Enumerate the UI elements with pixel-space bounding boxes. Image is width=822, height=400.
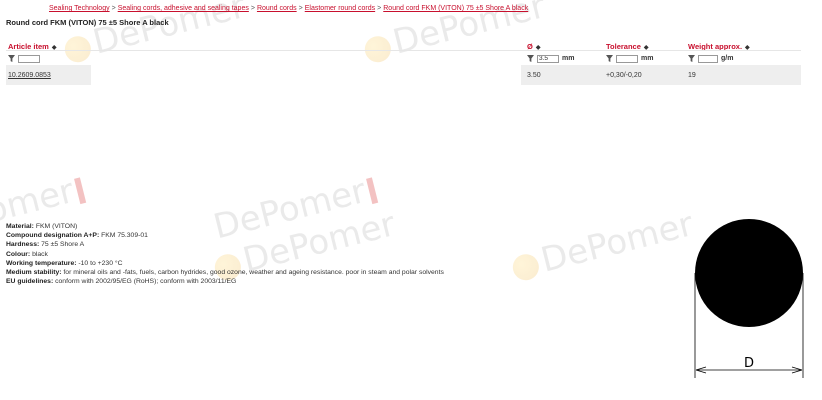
article-link[interactable]: 10.2609.0853 — [8, 72, 51, 79]
eu-guidelines-line: EU guidelines: conform with 2002/95/EG (… — [6, 278, 237, 286]
filter-diameter-unit: mm — [562, 55, 575, 62]
weight-cell: 19 — [688, 72, 696, 79]
cross-section-diagram: D — [694, 219, 804, 378]
breadcrumb-separator: > — [111, 5, 116, 12]
product-description: Material: FKM (VITON) Compound designati… — [6, 222, 444, 286]
filter-tolerance: mm — [606, 53, 653, 64]
filter-article — [8, 53, 40, 64]
stability-line: Medium stability: for mineral oils and -… — [6, 269, 444, 277]
filter-tolerance-input[interactable] — [616, 54, 638, 63]
cord-cross-section — [695, 219, 803, 327]
compound-line: Compound designation A+P: FKM 75.309-01 — [6, 232, 148, 240]
breadcrumb-round-cords[interactable]: Round cords — [257, 5, 297, 12]
header-divider — [6, 50, 801, 51]
breadcrumb-separator: > — [298, 5, 303, 12]
breadcrumb-elastomer-round-cords[interactable]: Elastomer round cords — [305, 5, 375, 12]
filter-tolerance-unit: mm — [641, 55, 654, 62]
temperature-line: Working temperature: -10 to +230 °C — [6, 259, 123, 267]
diameter-cell: 3.50 — [527, 72, 541, 79]
breadcrumb-sealing-cords[interactable]: Sealing cords, adhesive and sealing tape… — [118, 5, 249, 12]
filter-article-input[interactable] — [18, 54, 40, 63]
filter-diameter-input[interactable] — [537, 54, 559, 63]
breadcrumb-separator: > — [377, 5, 382, 12]
filter-funnel-icon — [606, 55, 613, 62]
breadcrumb-current-product[interactable]: Round cord FKM (VITON) 75 ±5 Shore A bla… — [383, 5, 528, 12]
breadcrumb-separator: > — [250, 5, 255, 12]
filter-funnel-icon — [8, 55, 15, 62]
page-title: Round cord FKM (VITON) 75 ±5 Shore A bla… — [6, 18, 169, 27]
filter-weight-unit: g/m — [721, 55, 734, 62]
breadcrumb: Sealing Technology > Sealing cords, adhesi… — [49, 5, 528, 12]
material-line: Material: FKM (VITON) — [6, 223, 78, 230]
filter-funnel-icon — [688, 55, 695, 62]
dimension-label: D — [744, 356, 754, 371]
table-row — [521, 65, 801, 85]
watermark-logo: DePomer — [508, 204, 697, 288]
filter-funnel-icon — [527, 55, 534, 62]
colour-line: Colour: black — [6, 250, 48, 258]
filter-weight-input[interactable] — [698, 54, 718, 63]
breadcrumb-sealing-technology[interactable]: Sealing Technology — [49, 5, 110, 12]
tolerance-cell: +0,30/-0,20 — [606, 72, 642, 79]
filter-weight: g/m — [688, 53, 733, 64]
filter-diameter: mm — [527, 53, 574, 64]
hardness-line: Hardness: 75 ±5 Shore A — [6, 241, 85, 249]
